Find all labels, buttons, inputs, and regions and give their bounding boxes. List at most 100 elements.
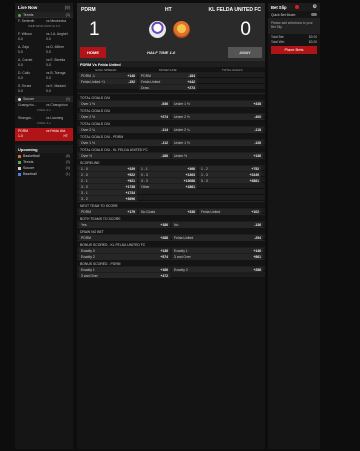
- gear-icon[interactable]: ⚙: [313, 4, 317, 10]
- scoreline-title: SCORELINE: [77, 158, 265, 165]
- match-status: FINAL 2-1: [37, 108, 51, 112]
- odds-cell[interactable]: Under 2 ½ -400: [172, 114, 263, 119]
- tennis-ball-icon: [18, 13, 21, 17]
- home-team-name: PDRM: [81, 7, 96, 13]
- odds-cell[interactable]: Draw +273: [139, 85, 197, 90]
- odds-cell[interactable]: Under 1 ½ +338: [172, 101, 263, 106]
- bet-slip-title: Bet Slip: [271, 5, 287, 10]
- quick-bet-toggle[interactable]: [311, 13, 317, 16]
- live-match-item[interactable]: D. Collu vs B. Tsenga 0-0 0-0: [15, 70, 73, 83]
- odds-value: +13088: [183, 178, 195, 183]
- odds-cell[interactable]: Felda United +102: [199, 209, 261, 214]
- live-match-item[interactable]: A. Cornet vs E. Berella 0-0 0-0: [15, 57, 73, 70]
- odds-value: -118: [254, 127, 261, 132]
- odds-label: Draw: [141, 85, 149, 90]
- odds-label: 2 - 0: [81, 172, 88, 177]
- odds-cell[interactable]: 3 and Over +861: [172, 254, 263, 259]
- live-match-item[interactable]: Guangzho... vs Changchun FINAL 2-1: [15, 102, 73, 115]
- bonus-pdrm-title: BONUS SCORED - PDRM: [77, 259, 265, 266]
- market-section-title: TOTAL GOALS O/U: [77, 119, 265, 126]
- odds-value: +861: [253, 254, 261, 259]
- odds-label: 0 - 3: [141, 172, 148, 177]
- odds-value: +3696: [125, 196, 135, 201]
- odds-cell[interactable]: Over 1 ½ -536: [79, 101, 170, 106]
- home-tab[interactable]: HOME: [80, 47, 106, 58]
- half-time-label: HALF TIME 1-0: [147, 50, 176, 55]
- odds-cell[interactable]: Under ½ +136: [172, 153, 263, 158]
- odds-cell[interactable]: Exactly 2 +574: [79, 254, 170, 259]
- match-score: 0-0: [18, 50, 23, 54]
- odds-label: Exactly 0: [81, 248, 95, 253]
- place-bets-button[interactable]: Place Bets: [271, 46, 317, 54]
- quick-bet-label: Quick Bet Mode:: [271, 13, 297, 17]
- odds-label: 3 - 2: [81, 196, 88, 201]
- upcoming-label: Basketball: [23, 154, 40, 158]
- odds-row: Draw +273: [77, 84, 265, 90]
- soccer-ball-icon: [18, 97, 21, 101]
- odds-cell[interactable]: Over 2 ½ +274: [79, 114, 170, 119]
- odds-label: 3 - 1: [81, 190, 88, 195]
- odds-value: +339: [127, 166, 135, 171]
- odds-cell[interactable]: PDRM +179: [79, 209, 137, 214]
- upcoming-header[interactable]: Upcoming: [15, 145, 73, 153]
- live-now-count: (9): [64, 5, 70, 10]
- market-section-title: TOTAL GOALS O/U: [77, 93, 265, 100]
- bet-slip-empty-message: Please add selections to your Bet Slip: [268, 18, 320, 34]
- odds-cell[interactable]: Over 2 ¼ -114: [79, 127, 170, 132]
- away-score: 0: [240, 19, 251, 40]
- odds-value: +522: [127, 172, 135, 177]
- team-name: PDRM: [18, 129, 28, 133]
- match-score: 0-0: [18, 76, 23, 80]
- team-name: Guangzho...: [18, 103, 37, 107]
- live-match-item[interactable]: Shangai... vs Liaoning FINAL 2-1: [15, 115, 73, 128]
- away-crest-icon: [173, 21, 190, 38]
- odds-value: +136: [253, 153, 261, 158]
- odds-cell[interactable]: Under 1 ½ -126: [172, 140, 263, 145]
- odds-label: 1 - 2: [201, 166, 208, 171]
- odds-cell[interactable]: 3 and Over +472: [79, 273, 170, 278]
- odds-value: -536: [161, 101, 168, 106]
- live-match-item[interactable]: S. Errani vs K. Madani 0-0 0-0: [15, 83, 73, 96]
- odds-label: 2 - 1: [81, 178, 88, 183]
- live-match-item[interactable]: F. Sertenth vs Meubecha WEB WIND MATCH 3-3: [15, 18, 73, 31]
- upcoming-item[interactable]: Baseball (1): [15, 171, 73, 177]
- soccer-icon: [18, 166, 21, 170]
- odds-label: Under 1 ½: [174, 101, 190, 106]
- odds-row: 3 - 2 +3696: [77, 195, 265, 201]
- total-win-label: Total Win:: [271, 39, 285, 44]
- odds-value: +752: [251, 166, 259, 171]
- match-score: 0-0: [18, 89, 23, 93]
- bet-slip-header: Bet Slip ⚙: [268, 3, 320, 11]
- active-match-item[interactable]: PDRM vs Felda Utd. 1-0 HT: [15, 128, 73, 141]
- team-name: vs Changchun: [46, 103, 68, 107]
- odds-label: Under 2 ½: [174, 114, 190, 119]
- odds-value: -114: [161, 127, 168, 132]
- odds-row: Over 2 ½ +274 Under 2 ½ -400: [77, 113, 265, 119]
- odds-cell[interactable]: 3 - 2 +3696: [79, 196, 137, 201]
- odds-cell[interactable]: Under 2 ¼ -118: [172, 127, 263, 132]
- odds-cell[interactable]: Over ½ -186: [79, 153, 170, 158]
- team-name: vs Liaoning: [46, 116, 64, 120]
- baseball-icon: [18, 172, 21, 176]
- odds-value: +338: [253, 101, 261, 106]
- odds-value: +3881: [249, 178, 259, 183]
- odds-cell[interactable]: Felda United -294: [172, 235, 263, 240]
- match-score: 0-0: [46, 76, 51, 80]
- odds-cell[interactable]: No Goals +338: [139, 209, 197, 214]
- odds-cell[interactable]: Yes +186: [79, 222, 170, 227]
- odds-cell[interactable]: No -136: [172, 222, 263, 227]
- team-name: A. Zaja: [18, 45, 29, 49]
- odds-label: 3 - 3: [141, 178, 148, 183]
- team-name: vs E. Berella: [46, 58, 66, 62]
- odds-value: +186: [160, 267, 168, 272]
- match-panel: PDRM HT KL FELDA UNITED FC 1 0 HOME HALF…: [77, 3, 265, 449]
- live-match-item[interactable]: F. Wilson vs J.A. Aeghel 0-0 0-0: [15, 31, 73, 44]
- odds-cell[interactable]: Over 1 ½ -112: [79, 140, 170, 145]
- away-tab[interactable]: AWAY: [228, 47, 262, 58]
- odds-value: -192: [128, 79, 135, 84]
- live-match-item[interactable]: A. Zaja vs D. Mither 0-0 0-0: [15, 44, 73, 57]
- live-now-header[interactable]: Live Now (9): [15, 3, 73, 12]
- odds-cell[interactable]: PDRM +288: [79, 235, 170, 240]
- odds-row: 3 and Over +472: [77, 272, 265, 278]
- odds-label: 1 - 3: [201, 172, 208, 177]
